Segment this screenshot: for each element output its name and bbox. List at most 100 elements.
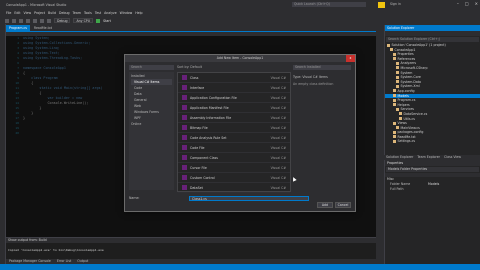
file-icon [393,135,396,139]
property-row[interactable]: Full Path [385,187,480,192]
template-row[interactable]: Assembly Information File Visual C# [178,113,290,123]
menu-item-team[interactable]: Team [73,11,81,15]
template-icon [182,115,187,120]
minimize-icon[interactable]: – [457,1,459,6]
cancel-button[interactable]: Cancel [335,202,351,208]
file-icon [396,126,399,130]
sort-select[interactable]: Sort by: Default [177,65,202,69]
template-row[interactable]: Bitmap File Visual C# [178,123,290,133]
app-title: ConsoleApp1 - Microsoft Visual Studio [6,2,67,7]
solution-item-label: System.Core [400,75,421,80]
name-input[interactable]: Class1.cs [189,196,309,201]
add-button[interactable]: Add [317,202,333,208]
dialog-tree-search[interactable]: Search [129,65,174,70]
close-icon[interactable]: × [475,1,478,6]
sign-in-link[interactable]: Sign in [390,2,401,6]
template-icon [182,95,187,100]
template-row[interactable]: Application Configuration File Visual C# [178,93,290,103]
menu-item-edit[interactable]: Edit [14,11,20,15]
solution-item-label: Microsoft.CSharp [400,65,428,70]
back-icon[interactable] [5,18,9,23]
title-bar: ConsoleApp1 - Microsoft Visual Studio Qu… [0,0,480,9]
template-row[interactable]: Component Class Visual C# [178,153,290,163]
file-icon [393,52,396,56]
toolbar: Debug Any CPU Start [0,17,480,24]
properties-object-select[interactable]: Models Folder Properties [386,167,479,172]
template-row[interactable]: Application Manifest File Visual C# [178,103,290,113]
template-language: Visual C# [270,145,286,150]
menu-item-tools[interactable]: Tools [84,11,92,15]
template-name: Bitmap File [190,125,208,130]
template-row[interactable]: DataSet Visual C# [178,183,290,193]
solution-item-label: Helpers [397,102,410,107]
template-row[interactable]: Class Visual C# [178,73,290,83]
template-details: Search Installed Type: Visual C# Items A… [293,65,353,192]
tree-item[interactable]: Online [131,121,172,127]
solution-item-label: Solution 'ConsoleApp1' (1 project) [391,43,446,47]
solution-item-label: Services [400,107,414,112]
solution-item-label: ReadMe.txt [397,134,416,139]
file-icon [393,139,396,143]
template-row[interactable]: Code File Visual C# [178,143,290,153]
template-icon [182,85,187,90]
template-icon [182,125,187,130]
template-icon [182,175,187,180]
property-value[interactable]: Models [428,182,439,187]
config-select[interactable]: Debug [54,18,71,23]
solution-item-label: Program.cs [397,98,416,103]
menu-item-help[interactable]: Help [135,11,142,15]
file-icon [396,84,399,88]
solution-item[interactable]: Settings.cs [385,139,480,144]
menu-item-view[interactable]: View [24,11,32,15]
file-icon [396,107,399,111]
file-icon [390,48,393,52]
template-name: Component Class [190,155,218,160]
solution-search-input[interactable]: Search Solution Explorer (Ctrl+;) [386,37,479,42]
file-icon [393,98,396,102]
platform-select[interactable]: Any CPU [73,18,94,23]
notification-icon[interactable] [378,1,385,8]
file-icon [393,94,396,98]
dialog-close-button[interactable]: x [346,55,355,62]
maximize-icon[interactable]: □ [465,1,469,6]
undo-icon[interactable] [40,18,44,23]
template-icon [182,155,187,160]
menu-item-file[interactable]: File [6,11,11,15]
start-icon[interactable] [96,18,101,23]
open-icon[interactable] [26,18,30,23]
menu-item-test[interactable]: Test [95,11,101,15]
template-row[interactable]: Interface Visual C# [178,83,290,93]
status-bar [0,264,480,270]
forward-icon[interactable] [12,18,16,23]
menu-item-project[interactable]: Project [34,11,45,15]
solution-item-label: packages.config [397,130,424,135]
template-name: Custom Control [190,175,215,180]
template-language: Visual C# [270,135,286,140]
start-button[interactable]: Start [103,19,111,23]
solution-item-label: System.Xml [400,84,420,89]
template-row[interactable]: Cursor File Visual C# [178,163,290,173]
save-icon[interactable] [33,18,37,23]
menu-item-window[interactable]: Window [120,11,133,15]
quick-launch-input[interactable]: Quick Launch (Ctrl+Q) [292,2,366,7]
template-icon [182,185,187,190]
installed-search-input[interactable]: Search Installed [293,65,351,70]
new-project-icon[interactable] [19,18,23,23]
solution-item-label: References [397,56,416,61]
template-row[interactable]: Code Analysis Rule Set Visual C# [178,133,290,143]
menu-item-analyze[interactable]: Analyze [104,11,117,15]
template-row[interactable]: Custom Control Visual C# [178,173,290,183]
redo-icon[interactable] [47,18,51,23]
menu-item-build[interactable]: Build [48,11,56,15]
template-name: Application Configuration File [190,95,237,100]
output-panel: Show output from: Build Copied 'ConsoleA… [6,237,376,259]
template-language: Visual C# [270,85,286,90]
file-icon [399,112,402,116]
template-icon [182,135,187,140]
template-language: Visual C# [270,125,286,130]
template-name: DataSet [190,185,203,190]
property-key: Full Path [390,187,404,191]
file-icon [396,66,399,70]
solution-item-label: System.Data [400,79,422,84]
menu-item-debug[interactable]: Debug [59,11,69,15]
